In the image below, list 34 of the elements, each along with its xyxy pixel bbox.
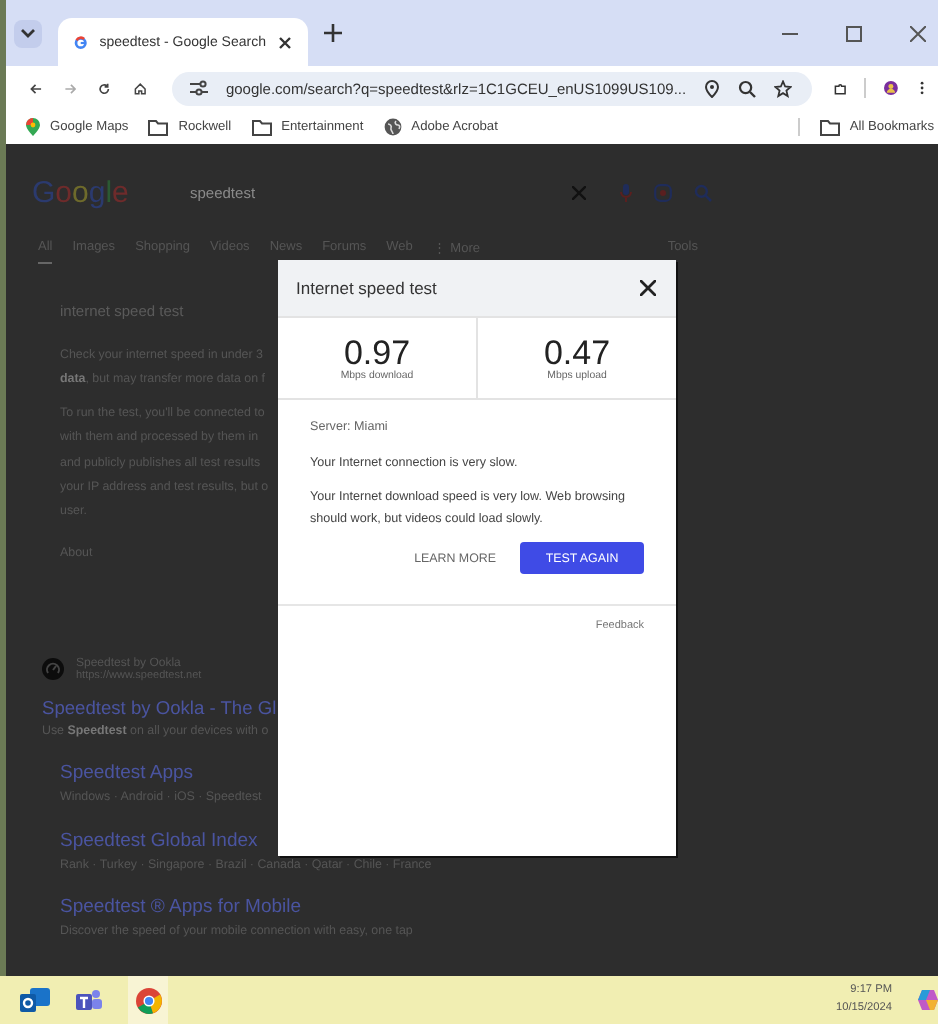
menu-icon[interactable] [919,78,924,98]
close-tab-icon[interactable] [278,35,292,49]
back-icon[interactable] [30,79,43,97]
download-speed: 0.97 [343,335,411,369]
close-icon[interactable] [640,280,656,296]
sitelink-title[interactable]: Speedtest Global Index [60,829,938,854]
maximize-icon[interactable] [846,25,862,41]
reload-icon[interactable] [98,79,112,97]
sitelink-title[interactable]: Speedtest ® Apps for Mobile [60,896,938,921]
outlook-icon[interactable] [20,986,50,1014]
dialog-title: Internet speed test [296,278,437,298]
result-title[interactable]: Speedtest by Ookla - The Gl [42,697,938,718]
site-logo-icon [42,658,64,681]
home-icon[interactable] [133,79,146,97]
star-icon[interactable] [774,79,793,97]
folder-icon [251,119,272,135]
google-icon [74,33,88,51]
copilot-icon[interactable] [918,988,938,1012]
sitelink-title[interactable]: Speedtest Apps [60,762,938,787]
teams-icon[interactable] [76,988,102,1012]
chrome-taskbar-button[interactable] [128,976,168,1024]
globe-icon [383,118,402,136]
upload-speed: 0.47 [543,335,611,369]
folder-icon [819,119,840,135]
caret-icon [20,27,36,39]
map-pin-icon [26,118,40,136]
chrome-icon [135,987,161,1013]
site-settings-icon[interactable] [189,80,208,96]
profile-avatar-icon[interactable] [884,78,898,98]
folder-icon [148,119,169,135]
new-tab-icon[interactable] [324,24,342,42]
location-pin-icon[interactable] [704,79,721,97]
tab-list-button[interactable] [14,19,42,47]
zoom-icon[interactable] [738,79,757,97]
